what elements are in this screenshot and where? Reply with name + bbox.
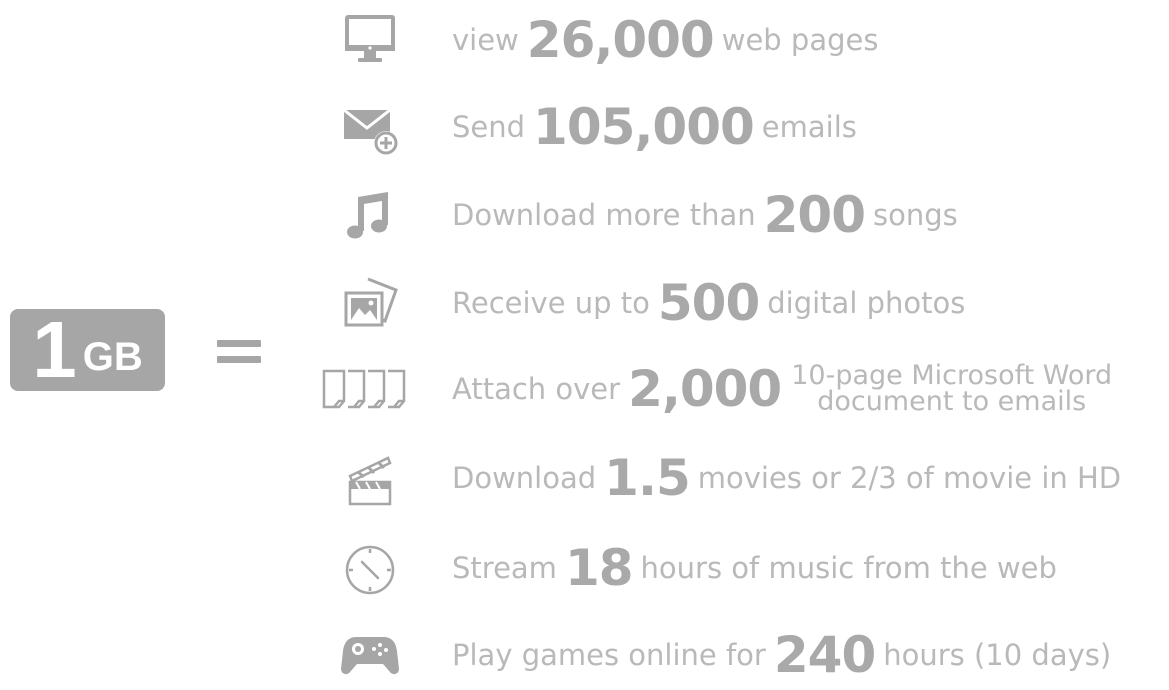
- stat-text: Download 1.5 movies or 2/3 of movie in H…: [452, 449, 1122, 507]
- list-item-streaming: Stream 18 hours of music from the web: [320, 533, 1169, 603]
- list-item-web-pages: view 26,000 web pages: [320, 5, 1169, 75]
- game-controller-icon: [332, 620, 408, 690]
- stat-value: 200: [763, 186, 866, 244]
- one-gb-badge: 1 GB: [10, 309, 165, 391]
- list-item-movies: Download 1.5 movies or 2/3 of movie in H…: [320, 443, 1169, 513]
- stat-value: 240: [773, 626, 876, 684]
- clock-icon: [332, 533, 408, 603]
- music-note-icon: [332, 180, 408, 250]
- stat-value: 105,000: [533, 98, 755, 156]
- list-item-games: Play games online for 240 hours (10 days…: [320, 620, 1169, 690]
- stat-text: Play games online for 240 hours (10 days…: [452, 626, 1112, 684]
- photos-icon: [332, 268, 408, 338]
- badge-number: 1: [32, 305, 77, 394]
- stat-text: Receive up to 500 digital photos: [452, 274, 966, 332]
- clapperboard-icon: [332, 443, 408, 513]
- stat-text: Send 105,000 emails: [452, 98, 857, 156]
- equals-sign: [217, 340, 261, 364]
- list-item-attachments: Attach over 2,000 10-page Microsoft Word…: [320, 354, 1169, 424]
- stat-value: 18: [564, 539, 634, 597]
- stat-value: 26,000: [526, 11, 715, 69]
- stat-text: Download more than 200 songs: [452, 186, 958, 244]
- list-item-photos: Receive up to 500 digital photos: [320, 268, 1169, 338]
- stat-text: view 26,000 web pages: [452, 11, 879, 69]
- email-add-icon: [332, 92, 408, 162]
- stat-value: 1.5: [604, 449, 691, 507]
- list-item-songs: Download more than 200 songs: [320, 180, 1169, 250]
- stat-value: 500: [657, 274, 760, 332]
- stat-text: Stream 18 hours of music from the web: [452, 539, 1057, 597]
- stat-text: Attach over 2,000 10-page Microsoft Word…: [452, 360, 1113, 418]
- documents-icon: [320, 354, 420, 424]
- stat-value: 2,000: [628, 360, 782, 418]
- monitor-icon: [332, 5, 408, 75]
- list-item-emails: Send 105,000 emails: [320, 92, 1169, 162]
- badge-unit: GB: [82, 335, 143, 379]
